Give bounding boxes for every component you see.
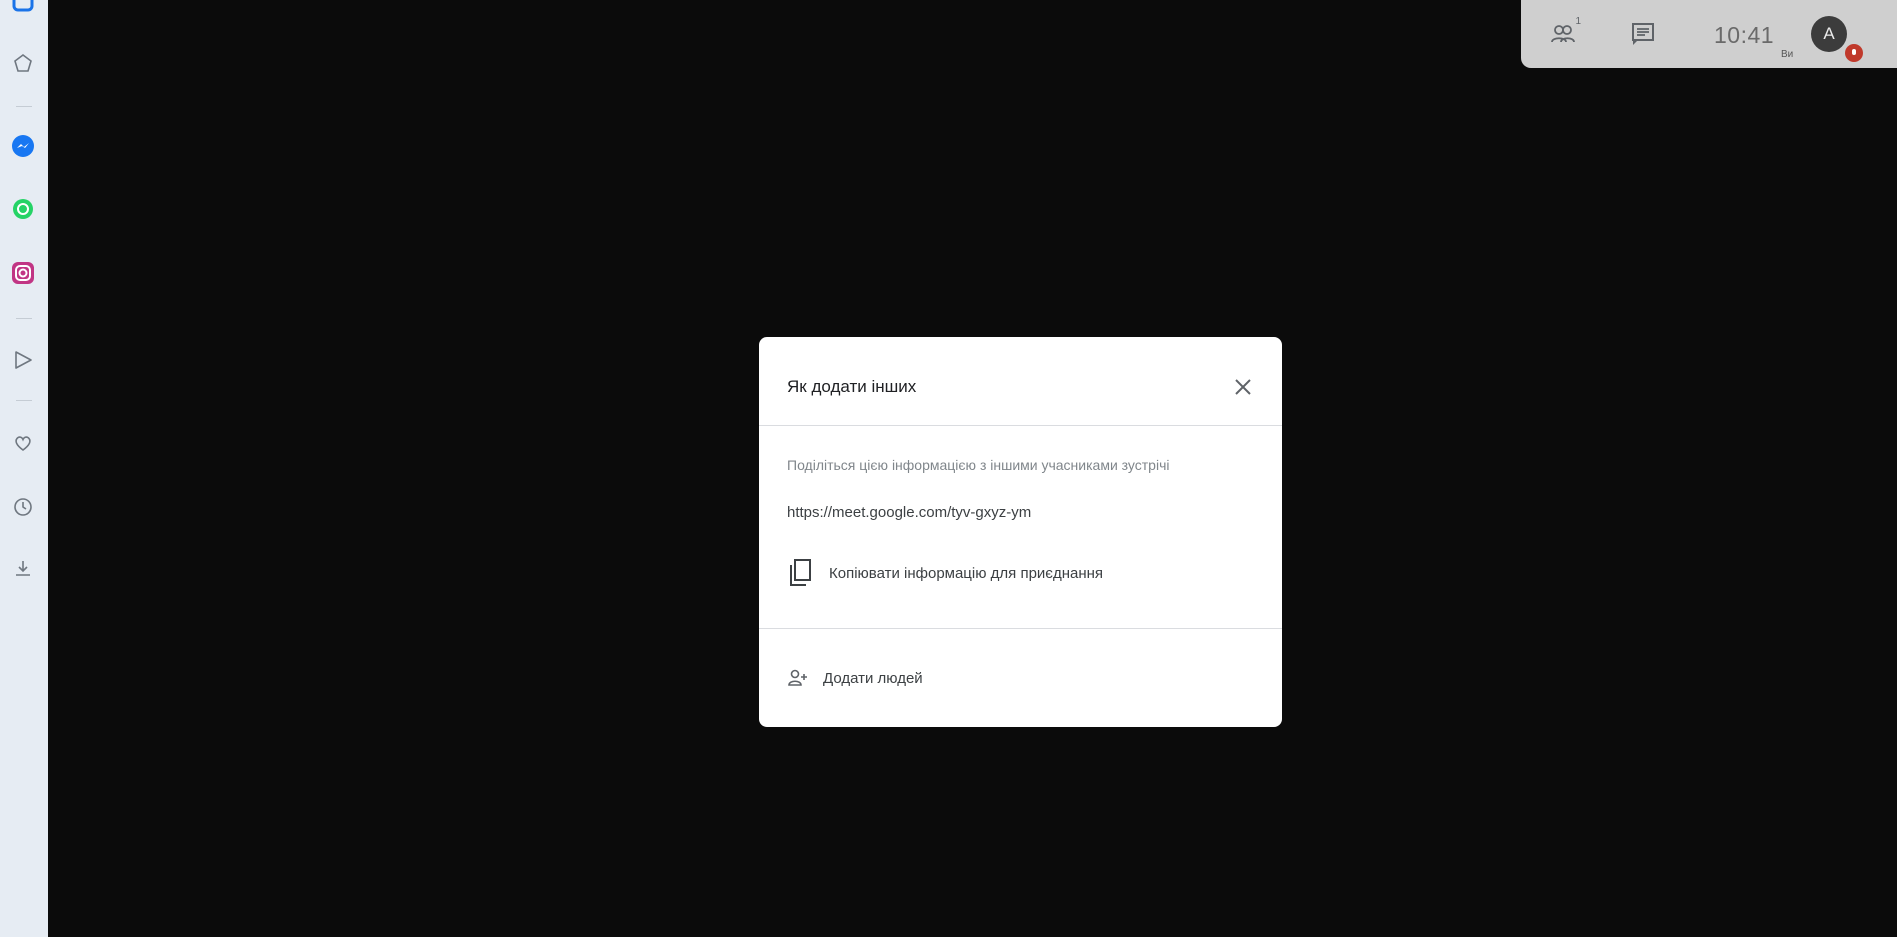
mic-off-badge	[1845, 44, 1863, 62]
meeting-link[interactable]: https://meet.google.com/tyv-gxyz-ym	[787, 504, 1031, 521]
copy-join-info-label: Копіювати інформацію для приєднання	[829, 564, 1104, 582]
add-people-button[interactable]: Додати людей	[787, 665, 923, 691]
dialog-divider	[759, 425, 1282, 426]
you-label: Ви	[1781, 49, 1794, 60]
history-icon[interactable]	[10, 494, 36, 520]
dialog-divider	[759, 628, 1282, 629]
copy-join-info-button[interactable]: Копіювати інформацію для приєднання	[787, 553, 1103, 593]
heart-icon[interactable]	[10, 430, 36, 456]
app-logo-icon[interactable]	[10, 0, 36, 14]
dialog-title: Як додати інших	[787, 377, 917, 396]
add-people-label: Додати людей	[823, 669, 923, 687]
add-others-dialog: Як додати інших Поділіться цією інформац…	[759, 337, 1282, 727]
messenger-icon[interactable]	[10, 133, 36, 159]
sidebar-divider	[16, 106, 32, 107]
instagram-icon[interactable]	[10, 260, 36, 286]
meeting-stage: 1 10:41 Ви A Як додати інших Поділіться …	[48, 0, 1897, 937]
sidebar-divider	[16, 318, 32, 319]
home-icon[interactable]	[10, 50, 36, 76]
whatsapp-icon[interactable]	[10, 196, 36, 222]
sidebar-divider	[16, 400, 32, 401]
download-icon[interactable]	[10, 555, 36, 581]
clock-time: 10:41	[1714, 22, 1775, 48]
close-icon	[1235, 379, 1251, 395]
person-add-icon	[788, 669, 807, 686]
people-icon[interactable]: 1	[1549, 16, 1581, 48]
meeting-topbar: 1 10:41 Ви A	[1521, 0, 1897, 68]
avatar[interactable]: A	[1811, 16, 1847, 52]
browser-sidebar	[0, 0, 49, 937]
chat-icon[interactable]	[1629, 20, 1657, 48]
copy-icon	[790, 559, 811, 586]
participants-count: 1	[1575, 16, 1581, 27]
close-button[interactable]	[1228, 372, 1258, 402]
share-description: Поділіться цією інформацією з іншими уча…	[787, 457, 1170, 473]
send-icon[interactable]	[10, 347, 36, 373]
avatar-letter: A	[1823, 24, 1835, 43]
